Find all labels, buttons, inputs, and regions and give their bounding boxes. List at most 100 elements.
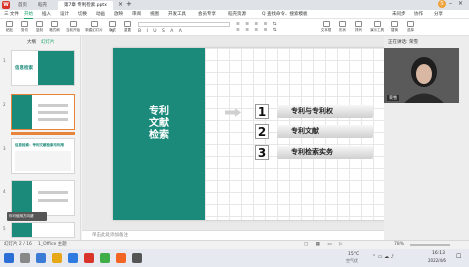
slide-thumbnail-panel: 大纲 幻灯片 1 信息检索 2 3 信息检索：专利文献检索与利用 4 5 你可使… xyxy=(0,36,81,240)
arrange-icon xyxy=(355,21,362,27)
paste-icon xyxy=(6,21,13,27)
tab-docer[interactable]: 稻壳 xyxy=(32,1,53,10)
new-slide-button[interactable]: 新建幻灯片 xyxy=(84,21,104,34)
search-command[interactable]: Q 查找命令、搜索模板 xyxy=(262,11,307,18)
paragraph-format-group[interactable]: ≡ ≡ ≡ ≡ ⇆ ≡ ≡ ≡ ≡ ⇅ xyxy=(236,22,316,34)
select-icon xyxy=(407,21,414,27)
textbox-button[interactable]: 文本框 xyxy=(318,21,334,34)
play-from-current-button[interactable]: 当前开始 xyxy=(64,21,82,34)
presentation-tools-icon xyxy=(373,21,381,27)
thumb-number: 4 xyxy=(3,189,6,194)
copy-icon xyxy=(36,21,43,27)
menu-developer[interactable]: 开发工具 xyxy=(168,11,186,18)
weather: 空气优 xyxy=(346,258,358,263)
menu-insert[interactable]: 插入 xyxy=(42,11,51,18)
search-icon[interactable] xyxy=(20,253,30,263)
select-button[interactable]: 选择 xyxy=(404,21,417,34)
folder-icon[interactable] xyxy=(52,253,62,263)
font-selector[interactable] xyxy=(138,22,230,27)
close-tab-icon[interactable]: × xyxy=(118,1,123,8)
right-panel: 正在讲话: 荣雪 荣雪 xyxy=(384,36,469,240)
current-slide[interactable]: 专利 文献 检索 1 专利与专利权 2 专利文献 3 专利检索实务 xyxy=(113,48,416,220)
clock-date[interactable]: 2022/4/6 xyxy=(428,258,446,263)
replace-button[interactable]: 替换 xyxy=(388,21,401,34)
menu-transition[interactable]: 切换 xyxy=(78,11,87,18)
taskbar: 15°C 空气优 ⌃ ▭ ☁ ♪ 16:13 2022/4/6 ☐ xyxy=(0,249,469,267)
wechat-icon[interactable] xyxy=(100,253,110,263)
avatar[interactable]: S xyxy=(438,0,446,8)
slides-tab[interactable]: 幻灯片 xyxy=(41,39,55,45)
app-icon[interactable] xyxy=(68,253,78,263)
zoom-slider[interactable] xyxy=(410,244,450,246)
play-icon xyxy=(69,21,77,27)
thumb-number: 3 xyxy=(3,146,6,151)
insert-position-marker xyxy=(11,132,75,135)
menu-animation[interactable]: 动画 xyxy=(96,11,105,18)
scissors-icon xyxy=(21,21,28,27)
notes-pane[interactable]: 单击此处添加备注 xyxy=(82,230,384,240)
ribbon-toolbar: 粘贴 剪切 复制 格式刷 当前开始 新建幻灯片 版式 节 重置 B I U S … xyxy=(0,19,469,36)
item-number-3[interactable]: 3 xyxy=(255,145,269,160)
status-bar: 幻灯片 2 / 16 1_Office 主题 ▢ ▦ ▭ ▷ 78% xyxy=(0,240,469,249)
slide-thumbnail-3[interactable]: 信息检索：专利文献检索与利用 xyxy=(11,138,75,174)
speaker-name: 荣雪 xyxy=(387,95,399,101)
item-number-2[interactable]: 2 xyxy=(255,124,269,139)
meeting-app-icon[interactable] xyxy=(116,253,126,263)
slide-thumbnail-1[interactable]: 信息检索 xyxy=(11,50,75,86)
zoom-level[interactable]: 78% xyxy=(394,241,404,249)
menu-file[interactable]: 三 文件 xyxy=(4,11,19,18)
video-tile[interactable]: 荣雪 xyxy=(384,48,459,103)
tab-document[interactable]: 第7章 专利检索.pptx xyxy=(58,1,113,10)
close-window-icon[interactable]: × xyxy=(458,0,463,7)
arrange-button[interactable]: 排列 xyxy=(352,21,365,34)
menu-design[interactable]: 设计 xyxy=(60,11,69,18)
section-button[interactable]: 节 xyxy=(106,29,119,35)
sync-status[interactable]: 未同步 xyxy=(392,11,406,18)
presentation-tools-button[interactable]: 演示工具 xyxy=(368,21,386,34)
menu-bar: 三 文件 开始 插入 设计 切换 动画 放映 审阅 视图 开发工具 会员专享 稻… xyxy=(0,10,469,19)
paste-button[interactable]: 粘贴 xyxy=(3,21,16,34)
item-box-1[interactable]: 专利与专利权 xyxy=(277,105,373,118)
slide-title[interactable]: 专利 文献 检索 xyxy=(113,106,205,142)
menu-view[interactable]: 视图 xyxy=(150,11,159,18)
slide-thumbnail-2[interactable] xyxy=(11,94,75,130)
notification-icon[interactable]: ☐ xyxy=(456,253,461,260)
reset-button[interactable]: 重置 xyxy=(121,21,134,34)
item-number-1[interactable]: 1 xyxy=(255,104,269,119)
outline-tab[interactable]: 大纲 xyxy=(27,39,36,45)
view-buttons[interactable]: ▢ ▦ ▭ ▷ xyxy=(304,241,346,249)
replace-icon xyxy=(391,21,398,27)
app-icon[interactable] xyxy=(132,253,142,263)
speaking-indicator: 正在讲话: 荣雪 xyxy=(388,40,418,45)
brush-icon xyxy=(51,21,58,27)
slide-thumbnail-5[interactable] xyxy=(11,222,75,238)
thumb-1-title: 信息检索 xyxy=(15,66,33,71)
minimize-icon[interactable]: – xyxy=(449,0,452,7)
item-box-2[interactable]: 专利文献 xyxy=(277,125,373,138)
windows-start-icon[interactable] xyxy=(4,253,14,263)
new-tab-icon[interactable]: + xyxy=(126,0,132,8)
menu-home[interactable]: 开始 xyxy=(24,11,33,19)
item-box-3[interactable]: 专利检索实务 xyxy=(277,146,373,159)
copy-button[interactable]: 复制 xyxy=(33,21,46,34)
menu-docer-resources[interactable]: 稻壳资源 xyxy=(228,11,246,18)
menu-slideshow[interactable]: 放映 xyxy=(114,11,123,18)
wps-app-icon[interactable] xyxy=(84,253,94,263)
clock-time[interactable]: 16:13 xyxy=(432,251,445,256)
collaborate-button[interactable]: 协作 xyxy=(414,11,423,18)
cut-button[interactable]: 剪切 xyxy=(18,21,31,34)
shape-icon xyxy=(339,21,346,27)
format-painter-button[interactable]: 格式刷 xyxy=(48,21,61,34)
share-button[interactable]: 分享 xyxy=(434,11,443,18)
menu-member[interactable]: 会员专享 xyxy=(198,11,216,18)
thumb-3-title: 信息检索：专利文献检索与利用 xyxy=(15,143,64,147)
shape-button[interactable]: 形状 xyxy=(336,21,349,34)
arrow-right-icon xyxy=(225,108,241,117)
system-tray-icons[interactable]: ⌃ ▭ ☁ ♪ xyxy=(372,254,394,260)
menu-review[interactable]: 审阅 xyxy=(132,11,141,18)
tab-home[interactable]: 首页 xyxy=(12,1,33,10)
layout-icon xyxy=(109,21,116,27)
wps-logo-icon[interactable]: W xyxy=(2,1,10,9)
edge-browser-icon[interactable] xyxy=(36,253,46,263)
slide-thumbnail-4[interactable] xyxy=(11,180,75,216)
